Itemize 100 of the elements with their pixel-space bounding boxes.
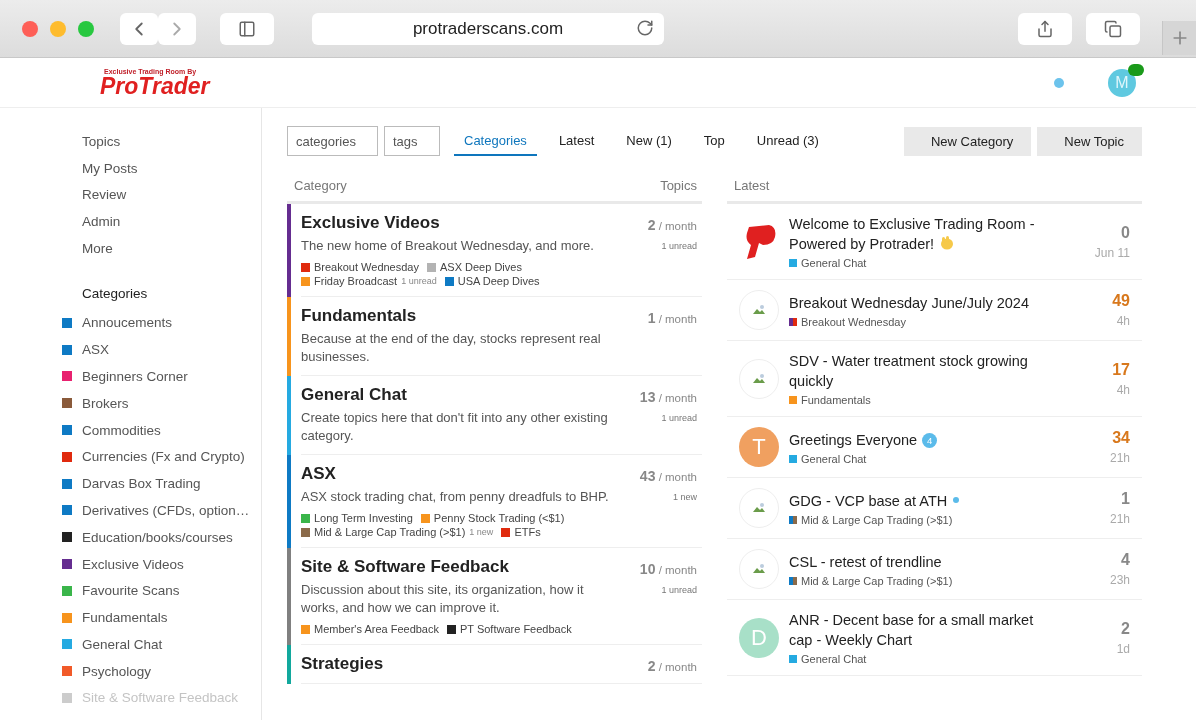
- sidebar-category[interactable]: Exclusive Videos: [82, 556, 184, 572]
- tabs-icon: [1104, 20, 1122, 38]
- reply-count: 2: [1121, 619, 1130, 638]
- category-title[interactable]: Strategies: [301, 654, 617, 674]
- sidebar-link[interactable]: More: [62, 234, 261, 262]
- topic-category[interactable]: Breakout Wednesday: [789, 315, 1060, 328]
- back-button[interactable]: [120, 12, 158, 45]
- topic-title[interactable]: ANR - Decent base for a small market cap - Weekly Chart: [789, 610, 1060, 650]
- subcategory-link[interactable]: ASX Deep Dives: [427, 261, 522, 273]
- category-description: The new home of Breakout Wednesday, and more.: [301, 237, 595, 255]
- share-button[interactable]: [1018, 13, 1072, 45]
- subcategory-link[interactable]: Breakout Wednesday: [301, 261, 419, 273]
- new-category-button[interactable]: New Category: [903, 126, 1032, 156]
- sidebar-category[interactable]: General Chat: [82, 636, 163, 652]
- sidebar-category[interactable]: Education/books/courses: [82, 529, 233, 545]
- reply-count: 49: [1112, 292, 1130, 310]
- topic-title[interactable]: Greetings Everyone 4: [789, 429, 1060, 450]
- category-title[interactable]: Site & Software Feedback: [301, 557, 617, 577]
- column-header: Topics: [660, 178, 697, 193]
- sidebar-category[interactable]: Favourite Scans: [82, 583, 180, 599]
- topic-category[interactable]: General Chat: [789, 452, 1060, 465]
- category-description: Discussion about this site, its organization, how it works, and how we can improve it.: [301, 581, 585, 617]
- topic-age: 1d: [1116, 641, 1130, 656]
- sidebar-category[interactable]: ASX: [82, 342, 109, 358]
- topic-rate: 10 / month: [639, 561, 697, 577]
- topic-age: 23h: [1109, 573, 1130, 587]
- topic-category[interactable]: General Chat: [789, 653, 1060, 665]
- unread-count: 1 unread: [661, 585, 697, 595]
- nav-tab[interactable]: Top: [693, 126, 735, 156]
- sidebar-link[interactable]: Review: [62, 181, 261, 209]
- filter-dropdown[interactable]: categories: [287, 126, 378, 156]
- new-topic-button[interactable]: New Topic: [1037, 126, 1142, 156]
- tabs-button[interactable]: [1086, 13, 1140, 45]
- sidebar-category[interactable]: Commodities: [82, 422, 161, 438]
- unread-count: 1 new: [469, 527, 494, 537]
- status-badge: [1128, 63, 1144, 76]
- topic-category[interactable]: Fundamentals: [789, 394, 1060, 406]
- sidebar-link[interactable]: Topics: [62, 128, 261, 155]
- sidebar-link[interactable]: Admin: [62, 208, 261, 235]
- topic-title[interactable]: Welcome to Exclusive Trading Room - Powered by Protrader!: [789, 214, 1060, 254]
- topic-title[interactable]: GDG - VCP base at ATH: [789, 490, 1060, 511]
- topic-category[interactable]: Mid & Large Cap Trading (>$1): [789, 574, 1060, 587]
- sidebar-category[interactable]: Fundamentals: [82, 610, 168, 626]
- sidebar-toggle-button[interactable]: [220, 12, 274, 45]
- topic-age: 21h: [1109, 451, 1130, 465]
- new-tab-button[interactable]: [1162, 21, 1196, 55]
- category-title[interactable]: Fundamentals: [301, 306, 617, 326]
- reply-count: 17: [1112, 360, 1130, 379]
- sidebar-heading: Categories: [81, 284, 149, 303]
- unread-count: 1 unread: [661, 241, 697, 251]
- category-title[interactable]: General Chat: [301, 385, 617, 405]
- unread-count: 1 new: [672, 492, 697, 502]
- topic-rate: 13 / month: [639, 389, 697, 405]
- nav-tab[interactable]: Categories: [454, 126, 537, 156]
- subcategory-link[interactable]: Mid & Large Cap Trading (>$1) 1 new: [301, 526, 494, 538]
- topic-title[interactable]: SDV - Water treatment stock growing quickly: [789, 351, 1060, 391]
- sidebar-category[interactable]: Psychology: [82, 663, 152, 679]
- subcategory-link[interactable]: ETFs: [501, 526, 541, 538]
- sidebar-category[interactable]: Annoucements: [82, 315, 173, 331]
- topic-rate: 2 / month: [647, 658, 697, 674]
- sidebar-category[interactable]: Beginners Corner: [82, 368, 188, 384]
- nav-tab[interactable]: Unread (3): [746, 126, 829, 156]
- topic-age: 4h: [1116, 382, 1130, 397]
- sidebar-category[interactable]: Brokers: [82, 395, 129, 411]
- sidebar-category[interactable]: Darvas Box Trading: [82, 476, 201, 492]
- share-icon: [1036, 20, 1054, 38]
- nav-tab[interactable]: Latest: [548, 126, 605, 156]
- reply-count: 4: [1121, 551, 1130, 569]
- category-title[interactable]: Exclusive Videos: [301, 213, 617, 233]
- column-header: Category: [294, 178, 347, 193]
- sidebar-icon: [238, 19, 256, 38]
- reload-icon[interactable]: [636, 18, 654, 37]
- topic-title[interactable]: Breakout Wednesday June/July 2024: [789, 292, 1060, 313]
- reply-count: 0: [1121, 223, 1130, 242]
- sidebar-link[interactable]: My Posts: [62, 154, 261, 182]
- topic-rate: 2 / month: [647, 217, 697, 233]
- filter-dropdown[interactable]: tags: [384, 126, 440, 156]
- topic-title[interactable]: CSL - retest of trendline: [789, 551, 1060, 572]
- topic-category[interactable]: General Chat: [789, 257, 1060, 269]
- sidebar-category[interactable]: Derivatives (CFDs, option…: [82, 502, 250, 518]
- forward-button[interactable]: [158, 12, 196, 45]
- subcategory-link[interactable]: Penny Stock Trading (<$1): [420, 512, 565, 524]
- close-window-button[interactable]: [22, 20, 38, 37]
- subcategory-link[interactable]: Long Term Investing: [301, 512, 413, 524]
- sidebar-category[interactable]: Currencies (Fx and Crypto): [82, 449, 245, 465]
- subcategory-link[interactable]: USA Deep Dives: [444, 275, 540, 287]
- subcategory-link[interactable]: Friday Broadcast 1 unread: [301, 275, 437, 287]
- logo[interactable]: ProTrader: [100, 74, 210, 98]
- category-description: Because at the end of the day, stocks represent real businesses.: [301, 330, 602, 366]
- nav-tab[interactable]: New (1): [616, 126, 682, 156]
- subcategory-link[interactable]: Member's Area Feedback: [301, 623, 439, 635]
- subcategory-link[interactable]: PT Software Feedback: [447, 623, 572, 635]
- topic-rate: 1 / month: [647, 310, 697, 326]
- topic-age: 21h: [1109, 512, 1130, 526]
- topic-age: Jun 11: [1094, 245, 1130, 260]
- maximize-window-button[interactable]: [78, 20, 94, 37]
- category-description: Create topics here that don't fit into any other existing category.: [301, 409, 609, 445]
- category-title[interactable]: ASX: [301, 464, 617, 484]
- address-bar[interactable]: protraderscans.com: [312, 12, 664, 45]
- topic-category[interactable]: Mid & Large Cap Trading (>$1): [789, 513, 1060, 526]
